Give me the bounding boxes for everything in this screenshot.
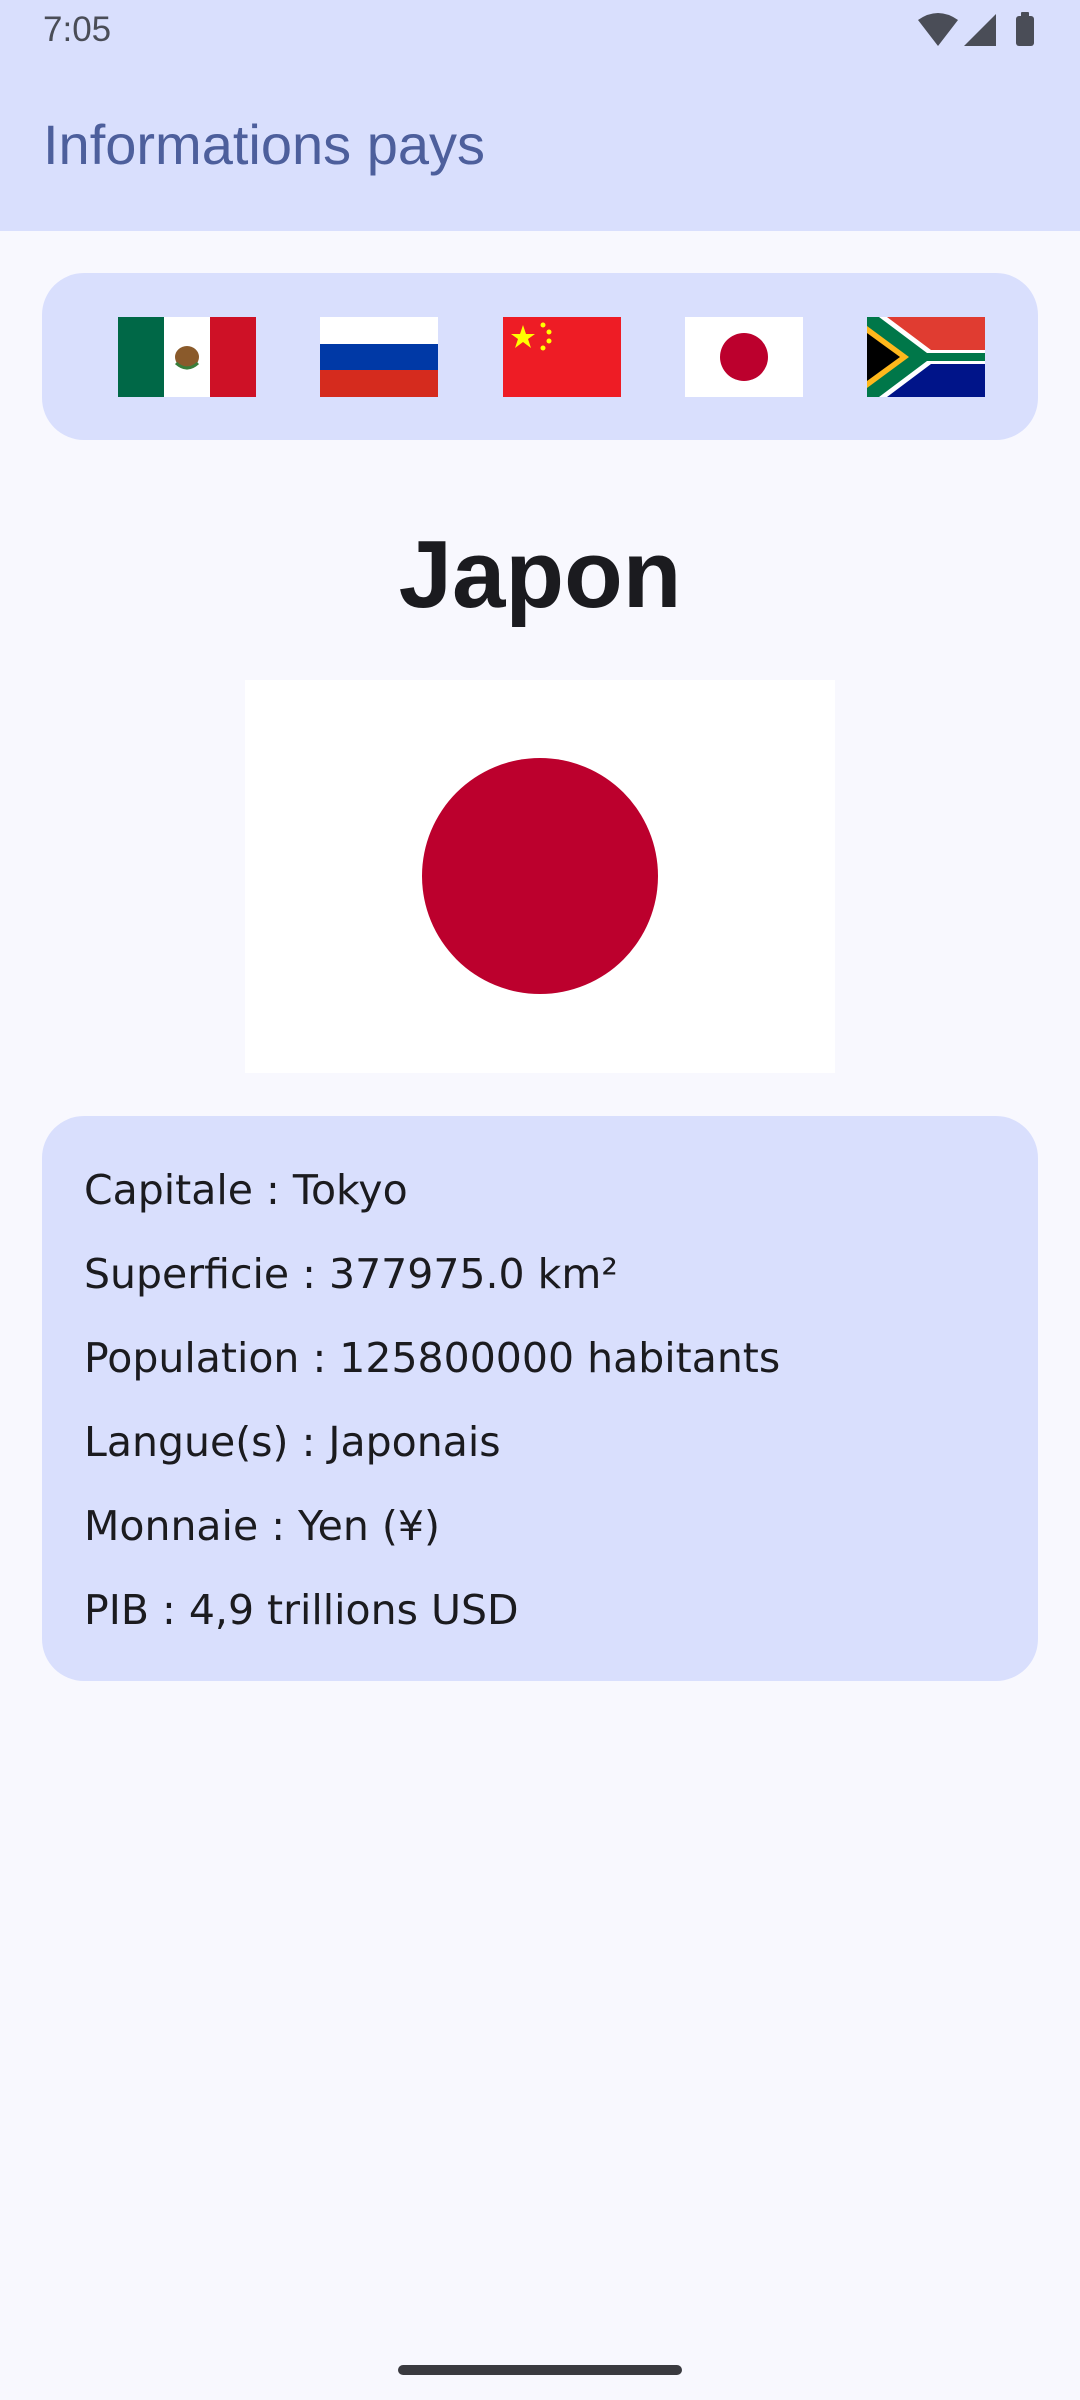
population-label: Population : 125800000 habitants: [84, 1334, 781, 1382]
app-bar: Informations pays: [0, 62, 1080, 231]
app-title: Informations pays: [43, 113, 485, 176]
currency-label: Monnaie : Yen (¥): [84, 1502, 440, 1550]
country-name: Japon: [398, 521, 682, 628]
home-indicator[interactable]: [398, 2365, 682, 2375]
japan-flag-icon: [245, 680, 835, 1073]
status-icons: [918, 12, 1038, 50]
area-label: Superficie : 377975.0 km²: [84, 1250, 618, 1298]
flag-selector-bar: [42, 273, 1038, 440]
languages-label: Langue(s) : Japonais: [84, 1418, 501, 1466]
japan-flag-icon[interactable]: [685, 317, 803, 397]
gdp-label: PIB : 4,9 trillions USD: [84, 1586, 519, 1634]
south-africa-flag-icon[interactable]: [867, 317, 985, 397]
mexico-flag-icon[interactable]: [118, 317, 256, 397]
status-time: 7:05: [43, 10, 112, 49]
signal-icon: [964, 14, 996, 46]
country-info-card: Capitale : Tokyo Superficie : 377975.0 k…: [42, 1116, 1038, 1681]
wifi-icon: [918, 13, 958, 46]
china-flag-icon[interactable]: [503, 317, 621, 397]
status-bar: 7:05: [0, 0, 1080, 62]
capital-label: Capitale : Tokyo: [84, 1166, 408, 1214]
russia-flag-icon[interactable]: [320, 317, 438, 397]
battery-icon: [1016, 12, 1034, 46]
